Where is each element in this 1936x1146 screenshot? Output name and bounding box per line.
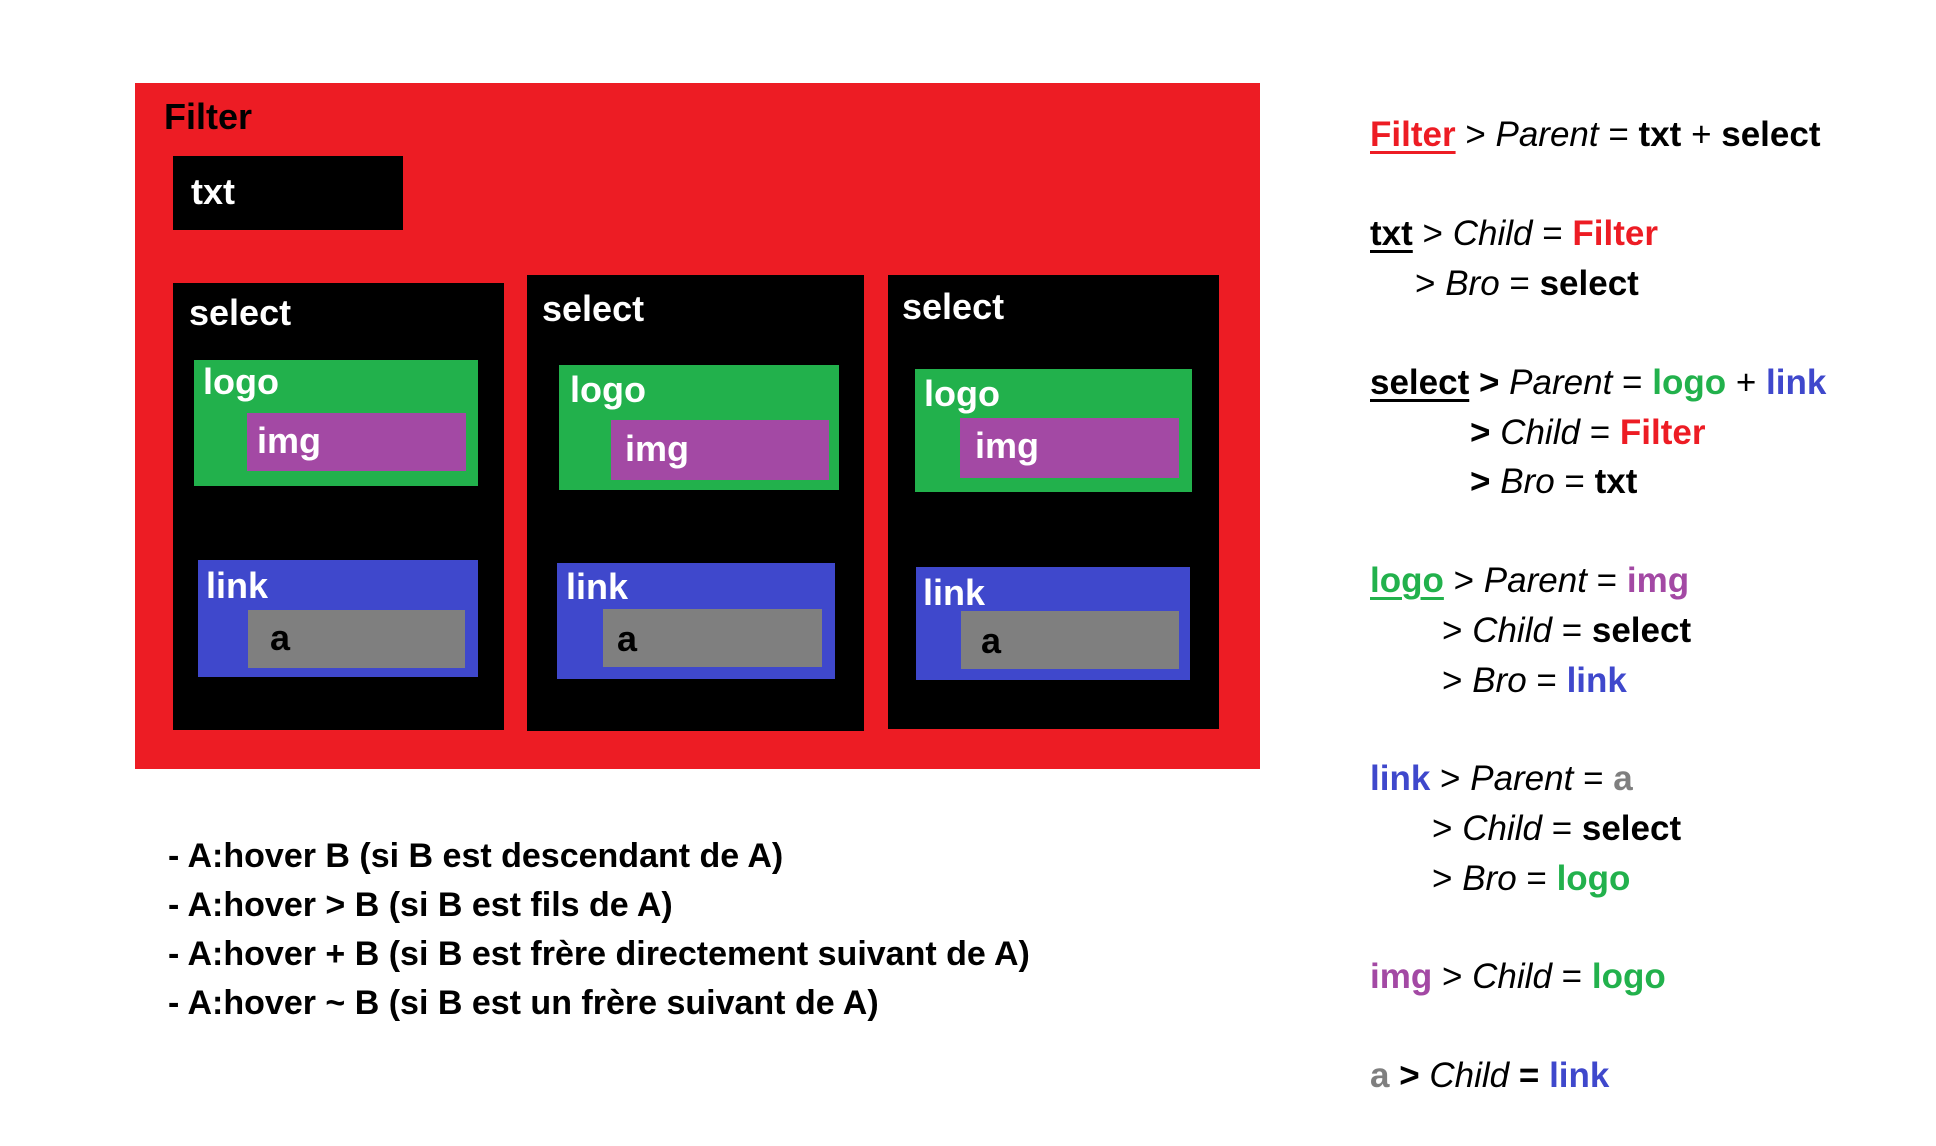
rule-descendant: - A:hover B (si B est descendant de A) (168, 837, 784, 875)
filter-box: Filter txt select logo img link a select… (135, 83, 1260, 769)
legend-link-parent: link > Parent = a (1370, 759, 1633, 798)
hover-rules-list: - A:hover B (si B est descendant de A) -… (168, 832, 1030, 1028)
legend-select-name: select (1370, 363, 1470, 402)
link-box: link a (557, 563, 835, 679)
rule-adjacent-sibling: - A:hover + B (si B est frère directemen… (168, 935, 1030, 973)
legend-logo-child: > Child = select (1442, 611, 1692, 650)
logo-box: logo img (194, 360, 478, 486)
rule-child: - A:hover > B (si B est fils de A) (168, 886, 673, 924)
a-box: a (248, 610, 465, 668)
logo-box: logo img (915, 369, 1192, 492)
link-label: link (923, 572, 986, 613)
legend-img-name: img (1370, 957, 1433, 996)
a-box: a (961, 611, 1179, 669)
img-box: img (611, 420, 829, 480)
txt-box: txt (173, 156, 403, 230)
link-label: link (566, 566, 629, 607)
select-label: select (189, 292, 292, 333)
legend-filter-name: Filter (1370, 115, 1456, 154)
legend-link-name: link (1370, 759, 1431, 798)
logo-box: logo img (559, 365, 839, 490)
a-label: a (617, 618, 638, 659)
logo-label: logo (924, 373, 1000, 414)
legend-link-bro: > Bro = logo (1432, 859, 1631, 898)
select-box-3: select logo img link a (888, 275, 1219, 729)
logo-label: logo (203, 361, 279, 402)
legend-select-child: > Child = Filter (1470, 413, 1706, 452)
legend-a-name: a (1370, 1056, 1390, 1095)
link-label: link (206, 565, 269, 606)
legend-txt-child: txt > Child = Filter (1370, 214, 1658, 253)
legend-a-child: a > Child = link (1370, 1056, 1610, 1095)
a-box: a (603, 609, 822, 667)
logo-label: logo (570, 369, 646, 410)
img-label: img (975, 425, 1040, 466)
legend-txt-bro: > Bro = select (1415, 264, 1639, 303)
legend-img-child: img > Child = logo (1370, 957, 1666, 996)
link-box: link a (916, 567, 1190, 680)
legend-select-bro: > Bro = txt (1470, 462, 1638, 501)
link-box: link a (198, 560, 478, 677)
legend-txt-name: txt (1370, 214, 1413, 253)
select-box-1: select logo img link a (173, 283, 504, 730)
rule-general-sibling: - A:hover ~ B (si B est un frère suivant… (168, 984, 879, 1022)
img-box: img (247, 413, 466, 471)
legend-logo-parent: logo > Parent = img (1370, 561, 1690, 600)
img-label: img (257, 420, 322, 461)
img-label: img (625, 428, 690, 469)
legend-link-child: > Child = select (1432, 809, 1682, 848)
legend-logo-name: logo (1370, 561, 1444, 600)
legend-logo-bro: > Bro = link (1442, 661, 1627, 700)
select-box-2: select logo img link a (527, 275, 864, 731)
select-label: select (542, 288, 645, 329)
a-label: a (270, 617, 291, 658)
a-label: a (981, 620, 1002, 661)
img-box: img (960, 418, 1179, 478)
txt-label: txt (191, 171, 235, 212)
legend-filter-parent: Filter > Parent = txt + select (1370, 115, 1821, 154)
filter-label: Filter (164, 96, 253, 137)
select-label: select (902, 286, 1005, 327)
legend-select-parent: select > Parent = logo + link (1370, 363, 1827, 402)
